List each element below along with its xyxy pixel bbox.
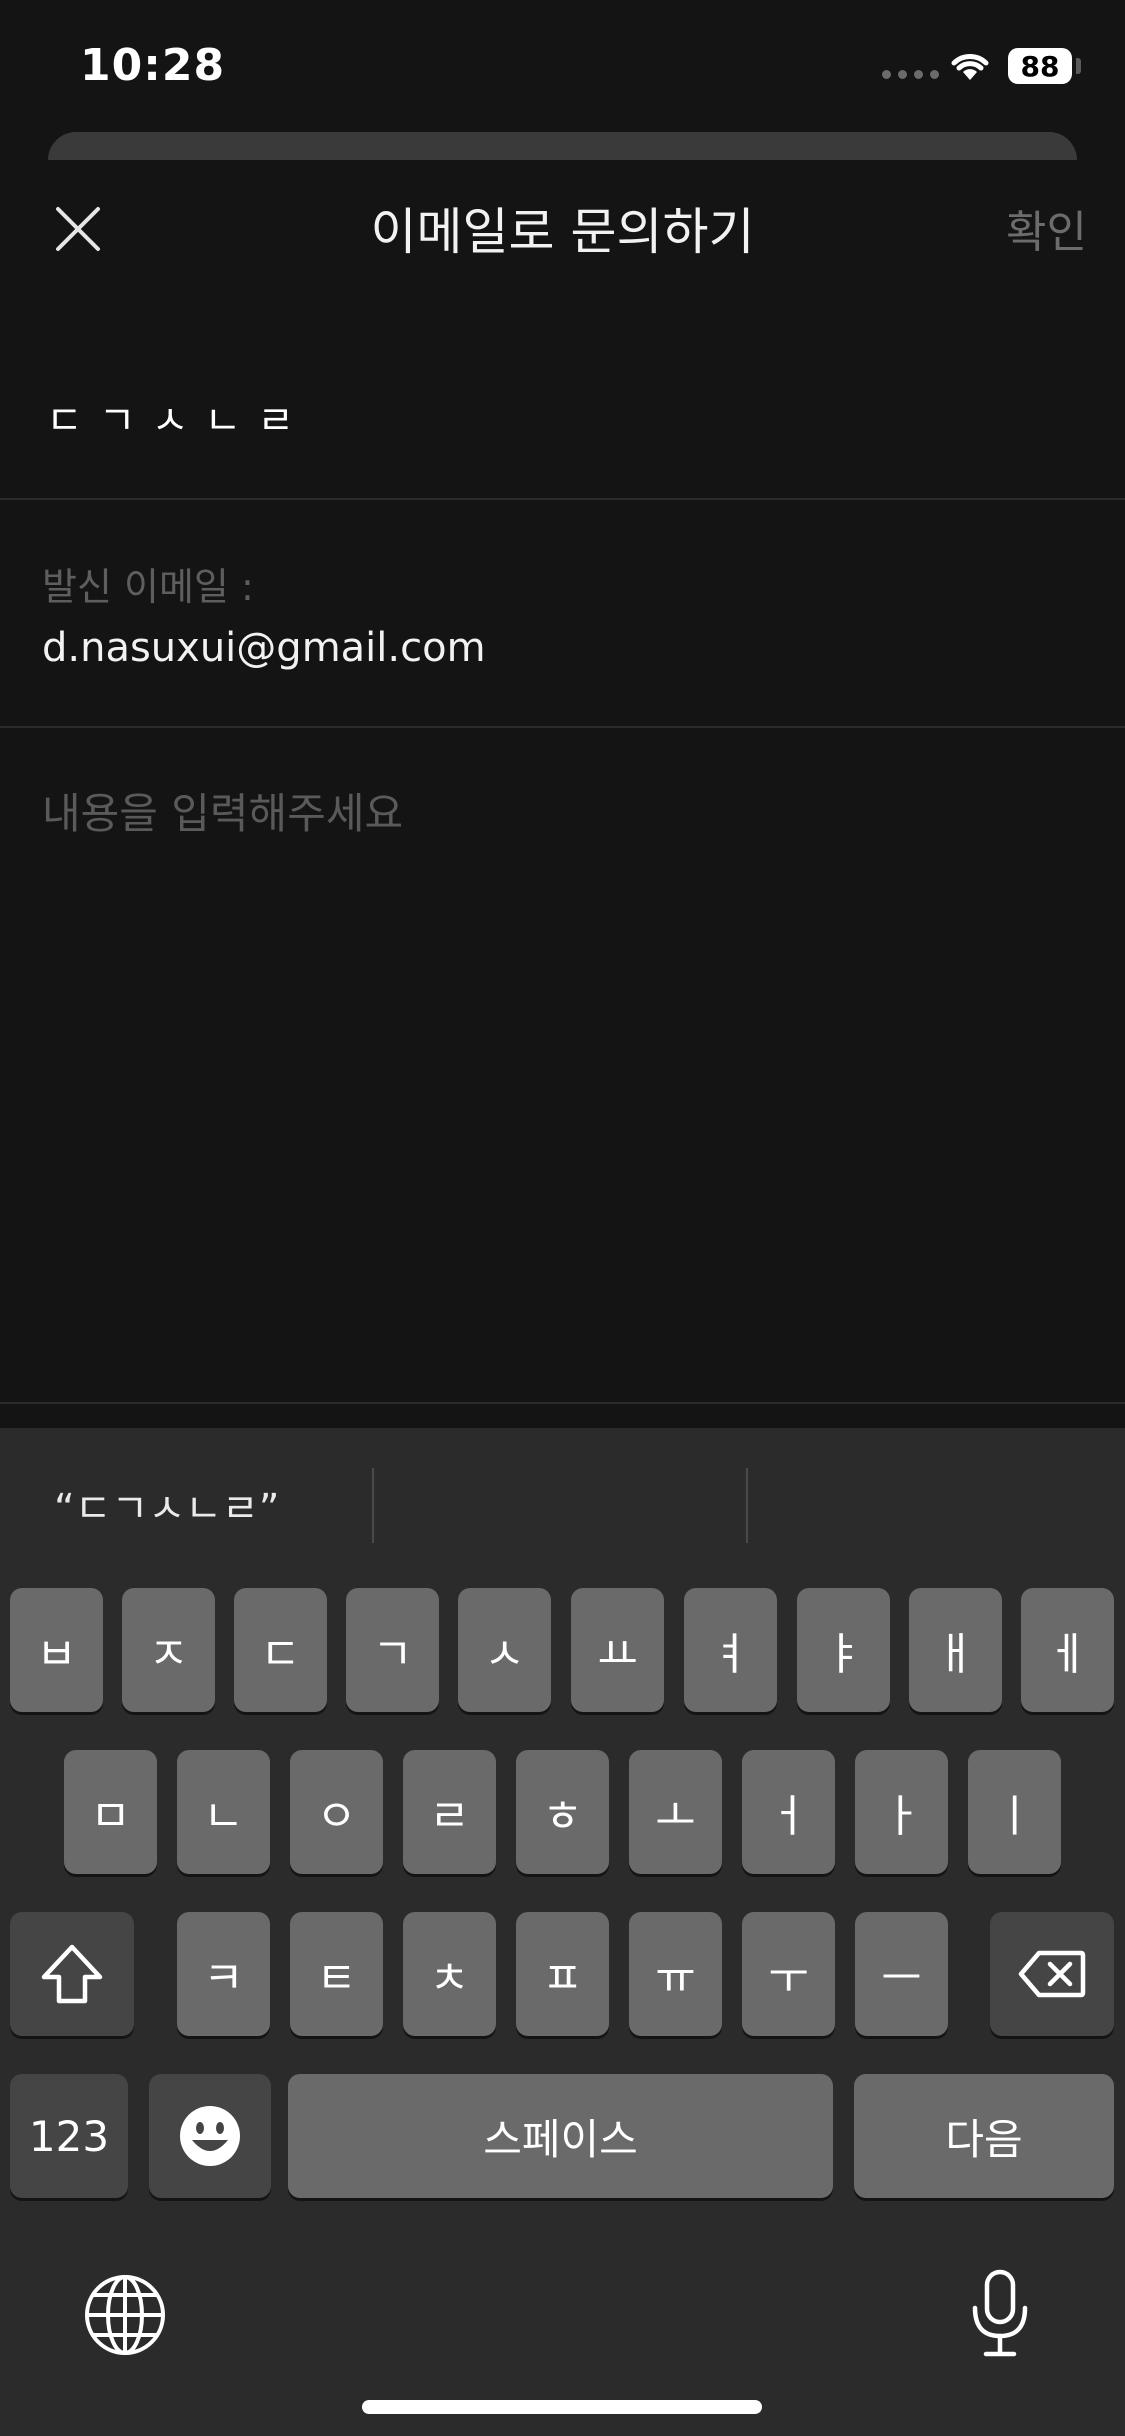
delete-icon bbox=[1018, 1950, 1086, 1998]
key[interactable]: ㅕ bbox=[684, 1588, 777, 1712]
microphone-button[interactable] bbox=[955, 2264, 1045, 2364]
key[interactable]: ㅂ bbox=[10, 1588, 103, 1712]
shift-key[interactable] bbox=[10, 1912, 134, 2036]
key[interactable]: ㅅ bbox=[458, 1588, 551, 1712]
key-label: ㅔ bbox=[1047, 1629, 1088, 1680]
suggestion-divider bbox=[372, 1468, 374, 1543]
signal-dots-icon bbox=[882, 70, 939, 79]
key-label: ㅡ bbox=[881, 1953, 922, 2004]
key-label: ㅍ bbox=[542, 1953, 583, 2004]
space-key[interactable]: 스페이스 bbox=[288, 2074, 833, 2198]
key[interactable]: ㅓ bbox=[742, 1750, 835, 1874]
battery-level: 88 bbox=[1020, 49, 1060, 83]
key[interactable]: ㅌ bbox=[290, 1912, 383, 2036]
key-label: ㅑ bbox=[823, 1629, 864, 1680]
keyboard: “ㄷㄱㅅㄴㄹ” ㅂ ㅈ ㄷ ㄱ ㅅ ㅛ ㅕ ㅑ ㅐ ㅔ ㅁ ㄴ ㅇ ㄹ ㅎ ㅗ … bbox=[0, 1428, 1125, 2436]
key-label: ㄹ bbox=[429, 1791, 470, 1842]
key-label: ㅅ bbox=[484, 1629, 525, 1680]
key-label: ㅐ bbox=[935, 1629, 976, 1680]
delete-key[interactable] bbox=[990, 1912, 1114, 2036]
numbers-key[interactable]: 123 bbox=[10, 2074, 128, 2198]
key[interactable]: ㅁ bbox=[64, 1750, 157, 1874]
key[interactable]: ㅗ bbox=[629, 1750, 722, 1874]
key-label: ㅠ bbox=[655, 1953, 696, 2004]
key-label: ㅓ bbox=[768, 1791, 809, 1842]
key[interactable]: ㅛ bbox=[571, 1588, 664, 1712]
key[interactable]: ㅇ bbox=[290, 1750, 383, 1874]
status-bar: 10:28 88 bbox=[0, 0, 1125, 130]
globe-icon bbox=[85, 2275, 165, 2355]
key[interactable]: ㄷ bbox=[234, 1588, 327, 1712]
suggestion-item[interactable]: “ㄷㄱㅅㄴㄹ” bbox=[54, 1476, 279, 1534]
key[interactable]: ㅈ bbox=[122, 1588, 215, 1712]
key[interactable]: ㅍ bbox=[516, 1912, 609, 2036]
globe-button[interactable] bbox=[80, 2270, 170, 2360]
key[interactable]: ㄱ bbox=[346, 1588, 439, 1712]
battery-tip bbox=[1076, 58, 1081, 74]
key-label: ㄴ bbox=[203, 1791, 244, 1842]
confirm-button[interactable]: 확인 bbox=[1006, 196, 1087, 260]
key-label: ㅕ bbox=[710, 1629, 751, 1680]
suggestion-bar: “ㄷㄱㅅㄴㄹ” bbox=[0, 1428, 1125, 1578]
email-inquiry-screen: 10:28 88 이메일로 문의하기 확인 ㄷㄱㅅㄴㄹ 발신 이메일 : d.n… bbox=[0, 0, 1125, 2436]
key-label: ㅏ bbox=[881, 1791, 922, 1842]
next-key[interactable]: 다음 bbox=[854, 2074, 1114, 2198]
key-label: ㅗ bbox=[655, 1791, 696, 1842]
key[interactable]: ㅡ bbox=[855, 1912, 948, 2036]
key[interactable]: ㅔ bbox=[1021, 1588, 1114, 1712]
key-label: ㄱ bbox=[372, 1629, 413, 1680]
key-label: ㅊ bbox=[429, 1953, 470, 2004]
key[interactable]: ㅠ bbox=[629, 1912, 722, 2036]
shift-icon bbox=[41, 1944, 103, 2004]
key[interactable]: ㅎ bbox=[516, 1750, 609, 1874]
divider bbox=[0, 1402, 1125, 1404]
key[interactable]: ㅋ bbox=[177, 1912, 270, 2036]
home-indicator[interactable] bbox=[362, 2400, 762, 2414]
emoji-icon bbox=[180, 2106, 240, 2166]
key-label: ㅇ bbox=[316, 1791, 357, 1842]
key[interactable]: ㅊ bbox=[403, 1912, 496, 2036]
key-label: ㅁ bbox=[90, 1791, 131, 1842]
battery-icon: 88 bbox=[1008, 48, 1072, 84]
key-label: ㅜ bbox=[768, 1953, 809, 2004]
sender-email-label: 발신 이메일 : bbox=[42, 565, 254, 609]
emoji-key[interactable] bbox=[149, 2074, 271, 2198]
next-key-label: 다음 bbox=[945, 2114, 1023, 2164]
key[interactable]: ㅣ bbox=[968, 1750, 1061, 1874]
status-time: 10:28 bbox=[80, 40, 226, 91]
key[interactable]: ㄹ bbox=[403, 1750, 496, 1874]
divider bbox=[0, 726, 1125, 728]
key-label: ㅋ bbox=[203, 1953, 244, 2004]
numbers-key-label: 123 bbox=[28, 2111, 110, 2161]
key[interactable]: ㅐ bbox=[909, 1588, 1002, 1712]
space-key-label: 스페이스 bbox=[483, 2114, 638, 2164]
page-title: 이메일로 문의하기 bbox=[370, 203, 755, 261]
key[interactable]: ㅑ bbox=[797, 1588, 890, 1712]
subject-input[interactable]: ㄷㄱㅅㄴㄹ bbox=[46, 388, 310, 446]
key-label: ㅌ bbox=[316, 1953, 357, 2004]
key-label: ㅂ bbox=[36, 1629, 77, 1680]
sender-email-value: d.nasuxui@gmail.com bbox=[42, 625, 486, 671]
key-label: ㄷ bbox=[260, 1629, 301, 1680]
suggestion-divider bbox=[746, 1468, 748, 1543]
wifi-icon bbox=[951, 54, 989, 80]
message-body-input[interactable]: 내용을 입력해주세요 bbox=[42, 780, 403, 841]
key[interactable]: ㄴ bbox=[177, 1750, 270, 1874]
key[interactable]: ㅜ bbox=[742, 1912, 835, 2036]
key-label: ㅈ bbox=[148, 1629, 189, 1680]
key[interactable]: ㅏ bbox=[855, 1750, 948, 1874]
key-label: ㅣ bbox=[994, 1791, 1035, 1842]
microphone-icon bbox=[972, 2269, 1028, 2357]
key-label: ㅎ bbox=[542, 1791, 583, 1842]
divider bbox=[0, 498, 1125, 500]
key-label: ㅛ bbox=[597, 1629, 638, 1680]
